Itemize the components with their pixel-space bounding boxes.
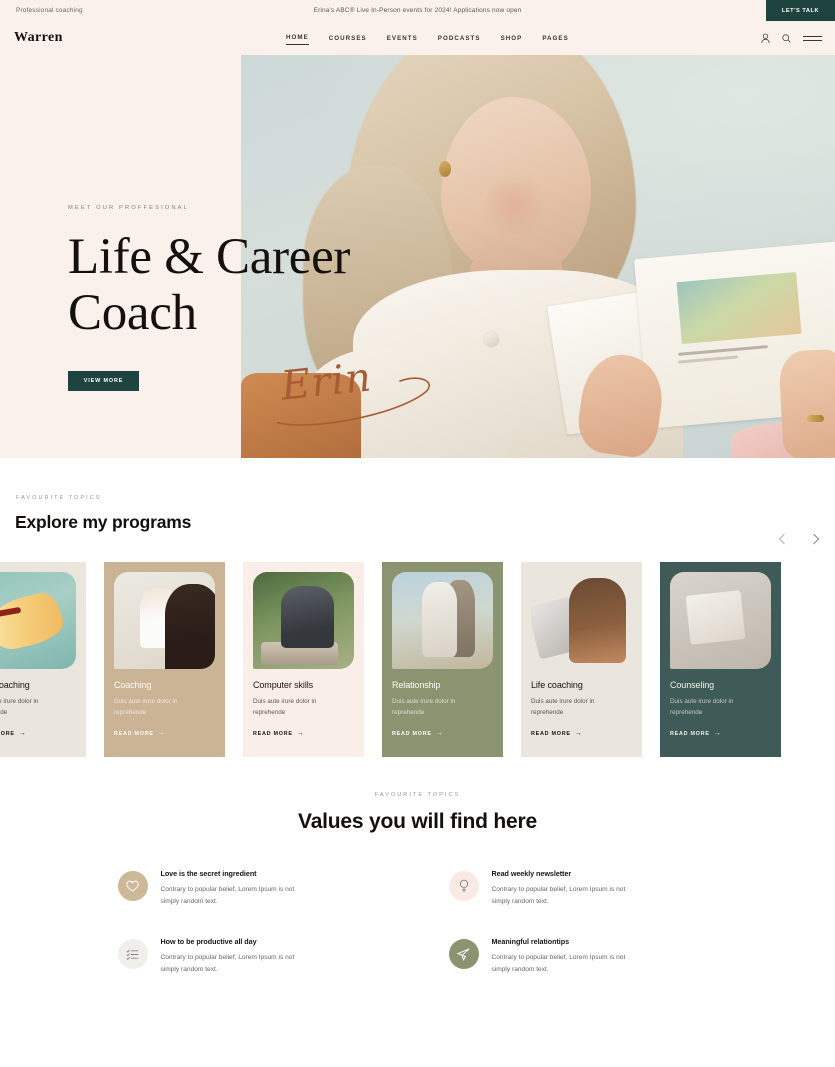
hero-eyebrow: MEET OUR PROFFESIONAL (68, 205, 189, 211)
lets-talk-button[interactable]: LET'S TALK (766, 0, 835, 21)
values-title: Values you will find here (298, 810, 537, 833)
values-eyebrow: FAVOURITE TOPICS (374, 792, 461, 798)
program-card-description: Duis aute irure dolor in reprehende (392, 698, 456, 716)
program-card-image (392, 572, 493, 669)
program-card-image (0, 572, 76, 669)
hero-section: MEET OUR PROFFESIONAL Life & Career Coac… (0, 55, 835, 458)
paper-plane-icon (448, 939, 479, 969)
nav-item-home[interactable]: HOME (286, 31, 309, 45)
value-item: Love is the secret ingredient Contrary t… (117, 869, 387, 907)
programs-title: Explore my programs (15, 512, 192, 532)
programs-eyebrow: FAVOURITE TOPICS (16, 495, 102, 501)
value-item-title: Love is the secret ingredient (160, 869, 257, 878)
hero-script-name: Erin (276, 354, 430, 426)
hero-content: MEET OUR PROFFESIONAL Life & Career Coac… (68, 205, 430, 426)
announcement-bar: Professional coaching Erina's ABC® Live … (0, 0, 835, 21)
program-card-image (253, 572, 354, 669)
brand-logo[interactable]: Warren (0, 30, 63, 46)
header-icon-group (761, 33, 822, 44)
program-card-title: NLP coaching (0, 680, 30, 690)
hero-title-line1: Life & Career (68, 229, 351, 285)
program-card[interactable]: Counseling Duis aute irure dolor in repr… (660, 562, 781, 757)
program-card-description: Duis aute irure dolor in reprehende (253, 698, 317, 716)
value-item: Meaningful relationtips Contrary to popu… (448, 937, 718, 975)
hamburger-menu-icon[interactable] (803, 35, 822, 41)
program-card[interactable]: NLP coaching Duis aute irure dolor in re… (0, 562, 86, 757)
announcement-text: Erina's ABC® Live In-Person events for 2… (313, 7, 522, 14)
value-item: Read weekly newsletter Contrary to popul… (448, 869, 718, 907)
program-card-read-more[interactable]: READ MORE→ (531, 730, 582, 737)
program-card-title: Computer skills (253, 680, 314, 690)
program-card[interactable]: Computer skills Duis aute irure dolor in… (243, 562, 364, 757)
hero-title-line2: Coach (68, 285, 197, 341)
value-item-description: Contrary to popular belief, Lorem Ipsum … (160, 886, 295, 905)
program-card-read-more[interactable]: READ MORE→ (253, 730, 304, 737)
programs-section: FAVOURITE TOPICS Explore my programs Off… (0, 458, 835, 758)
program-card-title: Counseling (670, 680, 715, 690)
program-card-description: Duis aute irure dolor in reprehende (0, 698, 39, 716)
program-card-image (114, 572, 215, 669)
program-card-description: Duis aute irure dolor in reprehende (531, 698, 595, 716)
values-grid: Love is the secret ingredient Contrary t… (117, 869, 718, 975)
nav-item-podcasts[interactable]: PODCASTS (438, 32, 501, 45)
program-card-title: Life coaching (531, 680, 583, 690)
program-card-read-more[interactable]: READ MORE→ (670, 730, 721, 737)
program-card-image (531, 572, 632, 669)
nav-item-courses[interactable]: COURSES (329, 32, 387, 45)
program-card[interactable]: Life coaching Duis aute irure dolor in r… (521, 562, 642, 757)
program-card-read-more[interactable]: READ MORE→ (114, 730, 165, 737)
program-card-read-more[interactable]: READ MORE→ (0, 730, 26, 737)
program-card[interactable]: Coaching Duis aute irure dolor in repreh… (104, 562, 225, 757)
hero-view-more-button[interactable]: VIEW MORE (68, 371, 139, 391)
value-item-description: Contrary to popular belief, Lorem Ipsum … (491, 886, 626, 905)
magnifier-icon (448, 871, 479, 901)
heart-icon (117, 871, 148, 901)
value-item-description: Contrary to popular belief, Lorem Ipsum … (160, 954, 295, 973)
nav-item-events[interactable]: EVENTS (387, 32, 438, 45)
program-card-description: Duis aute irure dolor in reprehende (114, 698, 178, 716)
nav-item-shop[interactable]: SHOP (501, 32, 543, 45)
nav-item-pages[interactable]: PAGES (542, 32, 588, 45)
program-card-read-more[interactable]: READ MORE→ (392, 730, 443, 737)
site-header: Warren HOME COURSES EVENTS PODCASTS SHOP… (0, 21, 835, 55)
value-item: How to be productive all day Contrary to… (117, 937, 387, 975)
value-item-title: Meaningful relationtips (491, 937, 570, 946)
search-icon[interactable] (782, 33, 791, 43)
program-card[interactable]: Relationship Duis aute irure dolor in re… (382, 562, 503, 757)
carousel-navigation (775, 532, 823, 546)
value-item-title: Read weekly newsletter (491, 869, 572, 878)
program-card-title: Coaching (114, 680, 152, 690)
program-card-title: Relationship (392, 680, 441, 690)
program-card-description: Duis aute irure dolor in reprehende (670, 698, 734, 716)
carousel-next-icon[interactable] (809, 532, 823, 546)
values-section: FAVOURITE TOPICS Values you will find he… (0, 758, 835, 975)
checklist-icon (117, 939, 148, 969)
programs-carousel[interactable]: Office skills Duis aute irure dolor in r… (0, 562, 835, 762)
main-navigation: HOME COURSES EVENTS PODCASTS SHOP PAGES (286, 31, 589, 45)
account-icon[interactable] (761, 33, 770, 44)
value-item-description: Contrary to popular belief, Lorem Ipsum … (491, 954, 626, 973)
carousel-prev-icon[interactable] (775, 532, 789, 546)
value-item-title: How to be productive all day (160, 937, 257, 946)
program-card-image (670, 572, 771, 669)
